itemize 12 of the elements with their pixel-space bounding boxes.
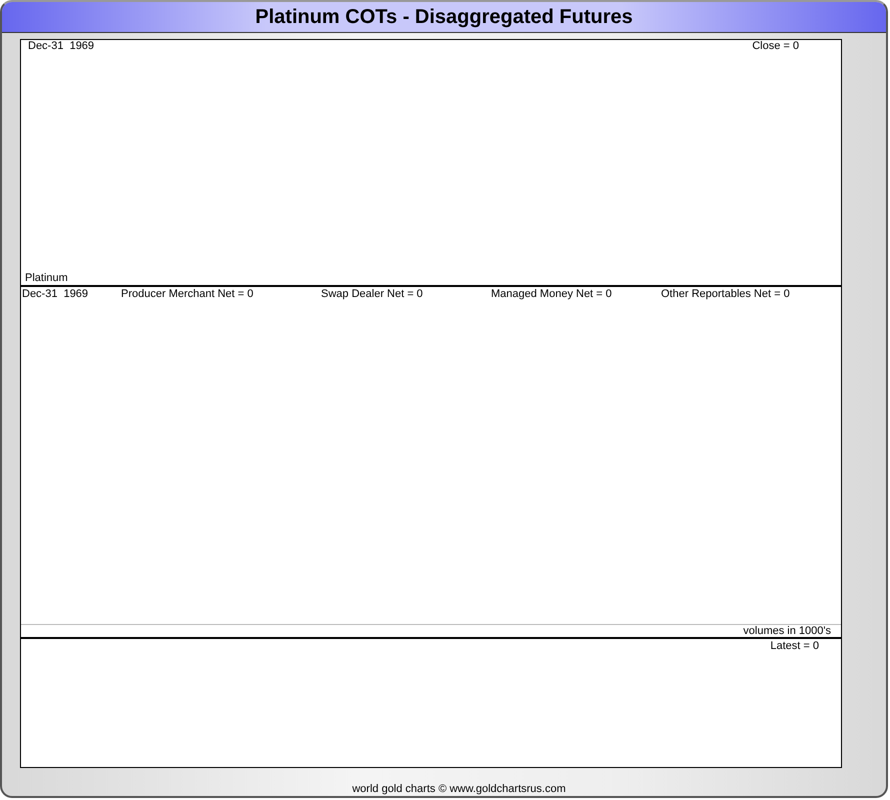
legend-label: Swap Dealer Net = 0 (321, 288, 424, 301)
legend-label: Managed Money Net = 0 (491, 288, 613, 301)
latest-label: Latest = 0 (770, 640, 819, 653)
chart-title: Platinum COTs - Disaggregated Futures (255, 6, 633, 27)
close-label: Close = 0 (752, 40, 799, 53)
legend-label: Producer Merchant Net = 0 (121, 288, 254, 301)
date-label: Dec-31 1969 (28, 40, 94, 53)
date-label: Dec-31 1969 (22, 288, 90, 301)
footer-credit: world gold charts © www.goldchartsrus.com (351, 782, 567, 796)
volume-note: volumes in 1000's (743, 624, 831, 637)
instrument-label: Platinum (25, 272, 69, 285)
legend-label: Other Reportables Net = 0 (661, 288, 791, 301)
